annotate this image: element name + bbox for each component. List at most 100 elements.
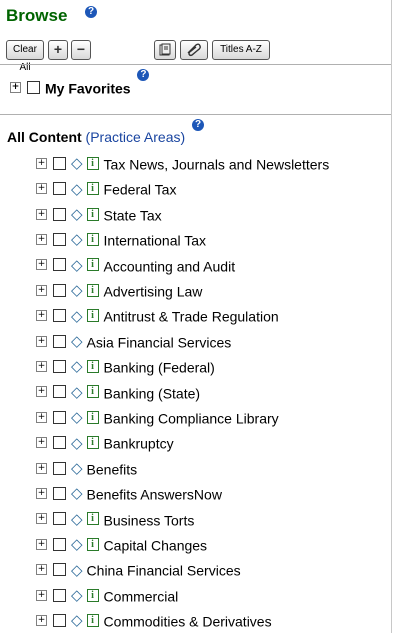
item-checkbox[interactable] [53,563,66,577]
info-icon[interactable]: i [86,613,99,627]
expand-icon[interactable]: + [36,183,47,195]
my-favorites-label[interactable]: My Favorites [45,80,131,96]
diamond-icon[interactable]: ◇ [71,483,83,503]
tree-item-label[interactable]: International Tax [104,232,206,248]
item-checkbox[interactable] [53,156,66,170]
diamond-icon[interactable]: ◇ [71,204,83,224]
diamond-icon[interactable]: ◇ [71,407,83,427]
info-icon[interactable]: i [86,156,99,170]
item-checkbox[interactable] [53,512,66,526]
diamond-icon[interactable]: ◇ [71,280,83,300]
info-icon[interactable]: i [86,436,99,450]
info-icon[interactable]: i [86,182,99,196]
expand-all-button[interactable]: + [48,40,68,60]
tree-item-label[interactable]: Benefits [87,461,138,477]
diamond-icon[interactable]: ◇ [71,153,83,173]
item-checkbox[interactable] [53,258,66,272]
folder-button[interactable] [154,40,176,60]
item-checkbox[interactable] [53,309,66,323]
tree-item-label[interactable]: Commodities & Derivatives [104,613,272,629]
diamond-icon[interactable]: ◇ [71,255,83,275]
expand-icon[interactable]: + [36,538,47,550]
item-checkbox[interactable] [53,486,66,500]
tree-item-label[interactable]: Bankruptcy [104,436,174,452]
diamond-icon[interactable]: ◇ [71,229,83,249]
info-icon[interactable]: i [86,258,99,272]
diamond-icon[interactable]: ◇ [71,382,83,402]
expand-icon[interactable]: + [36,487,47,499]
tools-button[interactable] [180,40,208,60]
info-icon[interactable]: i [86,309,99,323]
item-checkbox[interactable] [53,232,66,246]
item-checkbox[interactable] [53,461,66,475]
all-content-help-icon[interactable]: ? [192,119,205,131]
expand-icon[interactable]: + [36,360,47,372]
tree-item-label[interactable]: Capital Changes [104,537,208,553]
tree-item-label[interactable]: Tax News, Journals and Newsletters [104,156,330,172]
diamond-icon[interactable]: ◇ [71,585,83,605]
practice-areas-link[interactable]: Practice Areas [90,129,180,145]
expand-icon[interactable]: + [36,233,47,245]
tree-item-label[interactable]: Banking Compliance Library [104,410,279,426]
info-icon[interactable]: i [86,588,99,602]
expand-icon[interactable]: + [36,284,47,296]
expand-icon[interactable]: + [36,437,47,449]
item-checkbox[interactable] [53,537,66,551]
item-checkbox[interactable] [53,588,66,602]
tree-item-label[interactable]: Asia Financial Services [87,334,232,350]
tree-item-label[interactable]: Advertising Law [104,283,203,299]
item-checkbox[interactable] [53,207,66,221]
tree-item-label[interactable]: Benefits AnswersNow [87,486,222,502]
diamond-icon[interactable]: ◇ [71,356,83,376]
diamond-icon[interactable]: ◇ [71,458,83,478]
expand-icon[interactable]: + [36,564,47,576]
expand-icon[interactable]: + [36,411,47,423]
expand-icon[interactable]: + [36,589,47,601]
tree-item-label[interactable]: Banking (State) [104,385,201,401]
titles-a-z-button[interactable]: Titles A-Z [212,40,270,60]
expand-icon[interactable]: + [36,386,47,398]
collapse-all-button[interactable]: − [71,40,91,60]
info-icon[interactable]: i [86,359,99,373]
favorites-help-icon[interactable]: ? [137,69,150,81]
tree-item-label[interactable]: Antitrust & Trade Regulation [104,309,279,325]
item-checkbox[interactable] [53,182,66,196]
diamond-icon[interactable]: ◇ [71,610,83,630]
tree-item-label[interactable]: Commercial [104,588,179,604]
tree-item-label[interactable]: Banking (Federal) [104,359,215,375]
info-icon[interactable]: i [86,512,99,526]
favorites-checkbox[interactable] [27,80,40,94]
clear-all-button[interactable]: Clear All [6,40,44,73]
diamond-icon[interactable]: ◇ [71,509,83,529]
info-icon[interactable]: i [86,207,99,221]
diamond-icon[interactable]: ◇ [71,331,83,351]
item-checkbox[interactable] [53,359,66,373]
expand-icon[interactable]: + [36,157,47,169]
browse-help-icon[interactable]: ? [85,6,97,18]
tree-item-label[interactable]: Business Torts [104,512,195,528]
expand-icon[interactable]: + [36,513,47,525]
info-icon[interactable]: i [86,410,99,424]
item-checkbox[interactable] [53,436,66,450]
info-icon[interactable]: i [86,283,99,297]
diamond-icon[interactable]: ◇ [71,306,83,326]
item-checkbox[interactable] [53,613,66,627]
item-checkbox[interactable] [53,410,66,424]
expand-icon[interactable]: + [36,259,47,271]
expand-icon[interactable]: + [36,335,47,347]
info-icon[interactable]: i [86,385,99,399]
expand-icon[interactable]: + [36,208,47,220]
diamond-icon[interactable]: ◇ [71,560,83,580]
expand-icon[interactable]: + [36,310,47,322]
expand-icon[interactable]: + [36,614,47,626]
diamond-icon[interactable]: ◇ [71,179,83,199]
expand-icon[interactable]: + [10,81,21,93]
item-checkbox[interactable] [53,385,66,399]
diamond-icon[interactable]: ◇ [71,433,83,453]
tree-item-label[interactable]: Accounting and Audit [104,258,236,274]
tree-item-label[interactable]: Federal Tax [104,182,177,198]
diamond-icon[interactable]: ◇ [71,534,83,554]
tree-item-label[interactable]: State Tax [104,207,162,223]
tree-item-label[interactable]: China Financial Services [87,563,241,579]
info-icon[interactable]: i [86,537,99,551]
